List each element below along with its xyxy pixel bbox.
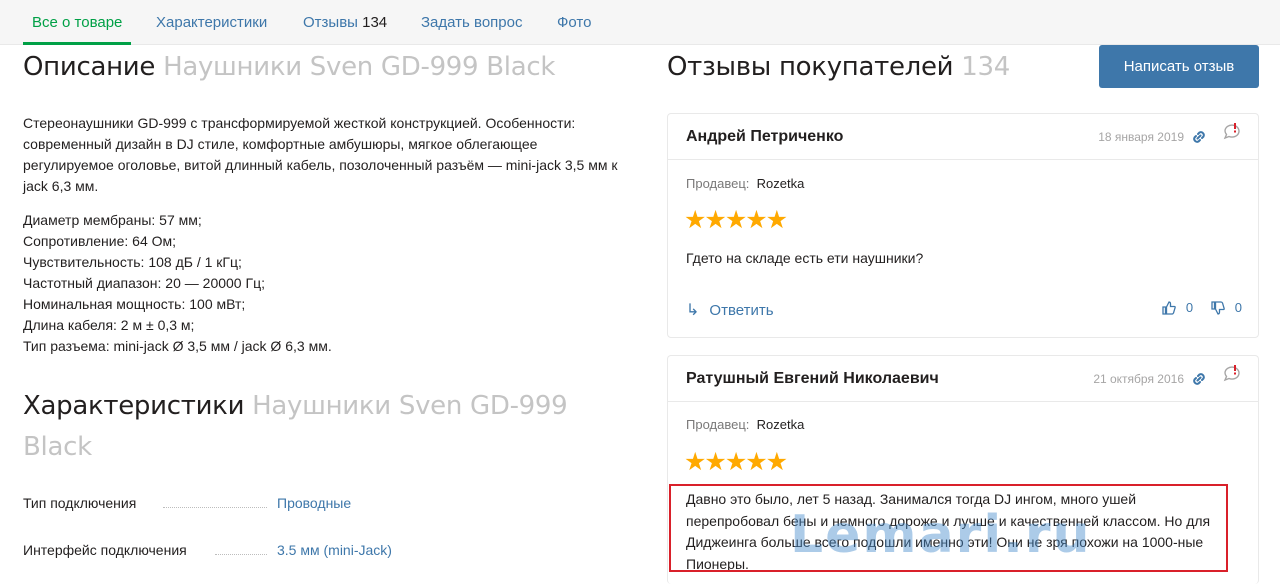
review-header: Ратушный Евгений Николаевич 21 октября 2… <box>668 356 1258 402</box>
characteristic-label: Тип подключения <box>23 495 137 511</box>
like-button[interactable]: 0 <box>1162 300 1193 315</box>
review-seller: Продавец: Rozetka <box>686 417 804 432</box>
spec-line: Частотный диапазон: 20 — 20000 Гц; <box>23 275 265 291</box>
tab-characteristics[interactable]: Характеристики <box>156 14 267 31</box>
reviews-count: 134 <box>961 52 1010 82</box>
description-text: Стереонаушники GD-999 с трансформируемой… <box>23 113 623 197</box>
write-review-button[interactable]: Написать отзыв <box>1099 45 1259 88</box>
tab-reviews-label: Отзывы <box>303 14 358 31</box>
thumbs-up-icon <box>1162 300 1176 315</box>
description-specs: Диаметр мембраны: 57 мм; Сопротивление: … <box>23 210 623 357</box>
characteristics-heading-line2: Black <box>23 432 92 462</box>
tab-photos[interactable]: Фото <box>557 14 591 31</box>
product-tabs: Все о товаре Характеристики Отзывы 134 З… <box>0 0 1280 45</box>
reviews-heading: Отзывы покупателей 134 <box>667 52 1010 82</box>
seller-label: Продавец: <box>686 417 750 432</box>
reply-label: Ответить <box>709 302 774 319</box>
description-paragraph: Стереонаушники GD-999 с трансформируемой… <box>23 115 618 194</box>
report-icon[interactable] <box>1222 364 1242 384</box>
review-card: Андрей Петриченко 18 января 2019 Продаве… <box>667 113 1259 338</box>
review-rating-stars: ★★★★★ <box>684 206 788 234</box>
reply-button[interactable]: ↳ Ответить <box>686 300 774 320</box>
link-icon[interactable] <box>1190 370 1208 388</box>
active-tab-indicator <box>23 42 131 45</box>
seller-name: Rozetka <box>756 176 805 191</box>
review-author: Андрей Петриченко <box>686 128 844 145</box>
review-date: 21 октября 2016 <box>1093 372 1184 386</box>
tab-ask-question[interactable]: Задать вопрос <box>421 14 522 31</box>
characteristics-title: Характеристики <box>23 391 245 421</box>
characteristic-label: Интерфейс подключения <box>23 542 187 558</box>
report-icon[interactable] <box>1222 122 1242 142</box>
review-header: Андрей Петриченко 18 января 2019 <box>668 114 1258 160</box>
seller-label: Продавец: <box>686 176 750 191</box>
spec-line: Длина кабеля: 2 м ± 0,3 м; <box>23 317 195 333</box>
spec-line: Сопротивление: 64 Ом; <box>23 233 177 249</box>
thumbs-down-icon <box>1211 300 1225 315</box>
spec-line: Тип разъема: mini-jack Ø 3,5 мм / jack Ø… <box>23 338 332 354</box>
dislike-button[interactable]: 0 <box>1211 300 1242 315</box>
dislike-count: 0 <box>1234 300 1242 315</box>
characteristic-dots <box>163 507 267 508</box>
review-votes: 0 0 <box>1148 300 1242 318</box>
characteristics-product-name: Наушники Sven GD-999 <box>252 391 568 421</box>
characteristic-row: Тип подключения Проводные <box>23 495 623 515</box>
characteristic-value-link[interactable]: Проводные <box>277 495 351 511</box>
spec-line: Номинальная мощность: 100 мВт; <box>23 296 246 312</box>
reviews-title: Отзывы покупателей <box>667 52 954 82</box>
spec-line: Чувствительность: 108 дБ / 1 кГц; <box>23 254 242 270</box>
review-seller: Продавец: Rozetka <box>686 176 804 191</box>
highlight-box <box>669 484 1228 572</box>
review-author: Ратушный Евгений Николаевич <box>686 370 939 387</box>
review-text: Гдето на складе есть ети наушники? <box>686 250 924 266</box>
description-heading: Описание Наушники Sven GD-999 Black <box>23 52 555 82</box>
description-product-name: Наушники Sven GD-999 Black <box>163 52 556 82</box>
characteristic-value-link[interactable]: 3.5 мм (mini-Jack) <box>277 542 392 558</box>
characteristics-heading: Характеристики Наушники Sven GD-999 <box>23 391 568 421</box>
spec-line: Диаметр мембраны: 57 мм; <box>23 212 202 228</box>
link-icon[interactable] <box>1190 128 1208 146</box>
characteristic-dots <box>215 554 267 555</box>
characteristic-row: Интерфейс подключения 3.5 мм (mini-Jack) <box>23 542 623 562</box>
like-count: 0 <box>1185 300 1194 315</box>
tab-reviews[interactable]: Отзывы 134 <box>303 14 387 31</box>
seller-name: Rozetka <box>756 417 805 432</box>
reply-arrow-icon: ↳ <box>686 302 700 319</box>
review-date: 18 января 2019 <box>1098 130 1184 144</box>
tab-all-about-product[interactable]: Все о товаре <box>32 14 122 31</box>
description-title: Описание <box>23 52 156 82</box>
review-rating-stars: ★★★★★ <box>684 448 788 476</box>
characteristics-product-name-cont: Black <box>23 432 92 462</box>
tab-reviews-count: 134 <box>362 14 388 31</box>
